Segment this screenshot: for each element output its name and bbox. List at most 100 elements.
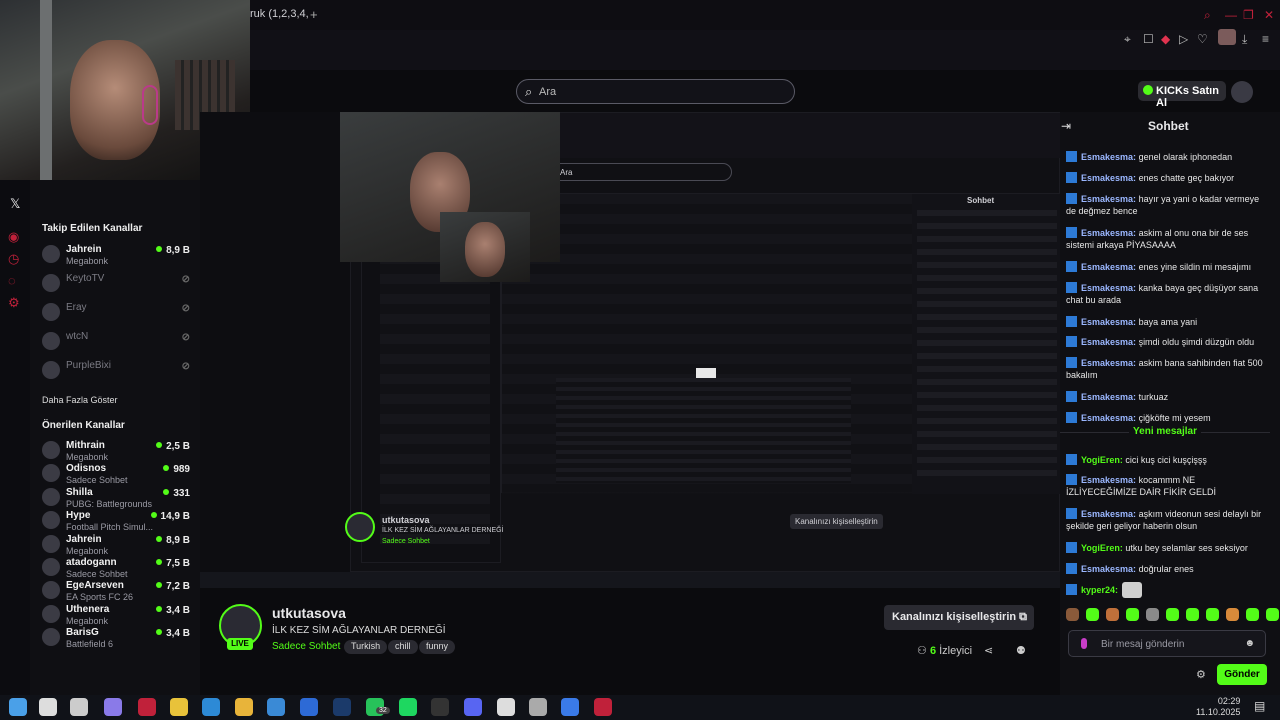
file-explorer-icon[interactable] — [235, 698, 253, 716]
sidebar-channel-followed[interactable]: Jahrein Megabonk 8,9 B — [40, 242, 200, 268]
windows-start-icon[interactable] — [9, 698, 27, 716]
bookmark-icon[interactable]: ☐ — [1143, 32, 1154, 46]
store-icon[interactable] — [267, 698, 285, 716]
chat-username[interactable]: Esmakesma — [1081, 228, 1133, 238]
sidebar-channel-followed[interactable]: KeytoTV ⊘ — [40, 271, 200, 297]
chat-username[interactable]: Esmakesma — [1081, 194, 1133, 204]
sidebar-channel-recommended[interactable]: BarisG Battlefield 6 3,4 B — [40, 625, 200, 651]
chat-username[interactable]: Esmakesma — [1081, 358, 1133, 368]
sidebar-channel-recommended[interactable]: Uthenera Megabonk 3,4 B — [40, 602, 200, 628]
x-icon[interactable]: 𝕏 — [10, 196, 20, 212]
chat-username[interactable]: YogiEren — [1081, 543, 1120, 553]
menu-icon[interactable]: ≡ — [1262, 32, 1269, 46]
search-input[interactable]: ⌕ Ara — [516, 79, 795, 104]
download-icon[interactable]: ⤓ — [1242, 32, 1247, 47]
capcut-icon[interactable] — [497, 698, 515, 716]
emote-icon[interactable] — [1066, 608, 1079, 621]
search-icon[interactable] — [39, 698, 57, 716]
play-icon[interactable]: ▷ — [1179, 32, 1188, 46]
plus-icon[interactable]: + — [310, 7, 318, 22]
maximize-icon[interactable]: ❐ — [1243, 8, 1254, 22]
emote-icon[interactable] — [1106, 608, 1119, 621]
channel-name[interactable]: utkutasova — [272, 605, 346, 621]
chrome-icon[interactable] — [170, 698, 188, 716]
chat-username[interactable]: Esmakesma — [1081, 152, 1133, 162]
task-view-icon[interactable] — [70, 698, 88, 716]
chat-username[interactable]: Esmakesma — [1081, 509, 1133, 519]
sidebar-channel-recommended[interactable]: Odisnos Sadece Sohbet 989 — [40, 461, 200, 487]
sidebar-channel-followed[interactable]: Eray ⊘ — [40, 300, 200, 326]
emote-icon[interactable] — [1146, 608, 1159, 621]
tag-turkish[interactable]: Turkish — [344, 640, 388, 654]
shield-icon[interactable]: ◆ — [1161, 32, 1170, 46]
emoji-icon[interactable]: ☻ — [1244, 638, 1255, 649]
epic-games-icon[interactable] — [431, 698, 449, 716]
chat-username[interactable]: Esmakesma — [1081, 317, 1133, 327]
send-button[interactable]: Gönder — [1217, 664, 1267, 685]
collapse-chat-icon[interactable]: ⇥ — [1061, 119, 1071, 133]
sidebar-channel-recommended[interactable]: Hype Football Pitch Simul... 14,9 B — [40, 508, 200, 534]
chat-username[interactable]: Esmakesma — [1081, 337, 1133, 347]
heart-icon[interactable]: ♡ — [1197, 32, 1208, 46]
chat-input[interactable]: Bir mesaj gönderin ☻ — [1068, 630, 1266, 657]
recording-icon[interactable]: ◉ — [8, 229, 19, 245]
close-icon[interactable]: ✕ — [1264, 8, 1274, 22]
chat-username[interactable]: kyper24 — [1081, 585, 1115, 595]
account-avatar[interactable] — [1231, 81, 1253, 103]
emote-icon[interactable] — [1186, 608, 1199, 621]
discord-icon[interactable] — [464, 698, 482, 716]
emote-icon[interactable] — [1126, 608, 1139, 621]
clock-icon[interactable]: ◷ — [8, 251, 19, 267]
profile-avatar[interactable] — [1218, 29, 1236, 45]
chat-settings-icon[interactable]: ⚙ — [1196, 668, 1206, 681]
outlook-icon[interactable] — [300, 698, 318, 716]
sidebar-channel-recommended[interactable]: Shilla PUBG: Battlegrounds 331 — [40, 485, 200, 511]
emote-icon[interactable] — [1246, 608, 1259, 621]
emote-icon[interactable] — [1166, 608, 1179, 621]
tag-chill[interactable]: chill — [388, 640, 418, 654]
sidebar-channel-recommended[interactable]: EgeArseven EA Sports FC 26 7,2 B — [40, 578, 200, 604]
chat-username[interactable]: Esmakesma — [1081, 262, 1133, 272]
search-icon[interactable]: ⌕ — [1204, 8, 1211, 23]
sidebar-channel-recommended[interactable]: Jahrein Megabonk 8,9 B — [40, 532, 200, 558]
chat-username[interactable]: Esmakesma — [1081, 173, 1133, 183]
notification-icon[interactable]: ▤ — [1254, 699, 1265, 713]
chat-username[interactable]: Esmakesma — [1081, 413, 1133, 423]
share-icon[interactable]: ⋖ — [984, 644, 993, 657]
stream-player[interactable]: Ara KICKs Satın Al Sohbet utkutasova İLK… — [200, 112, 1172, 588]
chat-username[interactable]: YogiEren — [1081, 455, 1120, 465]
browser-tab[interactable]: ruk (1,2,3,4, — [250, 8, 309, 20]
chat-username[interactable]: Esmakesma — [1081, 283, 1133, 293]
emote-icon[interactable] — [1086, 608, 1099, 621]
spotify-icon[interactable] — [399, 698, 417, 716]
chat-username[interactable]: Esmakesma — [1081, 475, 1133, 485]
chat-username[interactable]: Esmakesma — [1081, 564, 1133, 574]
customize-channel-button[interactable]: Kanalınızı kişiselleştirin ⧉ — [884, 605, 1034, 630]
sidebar-channel-followed[interactable]: PurpleBixi ⊘ — [40, 358, 200, 384]
stream-category[interactable]: Sadece Sohbet — [272, 641, 340, 652]
show-more-link[interactable]: Daha Fazla Göster — [42, 395, 118, 405]
chat-username[interactable]: Esmakesma — [1081, 392, 1133, 402]
microphone-icon[interactable] — [1081, 638, 1087, 649]
browser-icon[interactable] — [529, 698, 547, 716]
copilot-icon[interactable] — [104, 698, 122, 716]
opera-icon[interactable] — [138, 698, 156, 716]
edge-icon[interactable] — [202, 698, 220, 716]
vpn-icon[interactable] — [561, 698, 579, 716]
emote-icon[interactable] — [1266, 608, 1279, 621]
sidebar-channel-recommended[interactable]: Mithrain Megabonk 2,5 B — [40, 438, 200, 464]
emote-icon[interactable] — [1206, 608, 1219, 621]
tag-funny[interactable]: funny — [419, 640, 456, 654]
add-user-icon[interactable]: ⚉ — [1016, 644, 1026, 657]
minimize-icon[interactable]: — — [1225, 8, 1237, 22]
kicks-buy-button[interactable]: KICKs Satın Al — [1138, 81, 1226, 109]
chat-icon[interactable]: ◌ — [8, 273, 16, 288]
opera-gx-icon[interactable] — [594, 698, 612, 716]
steam-icon[interactable] — [333, 698, 351, 716]
sidebar-channel-recommended[interactable]: atadogann Sadece Sohbet 7,5 B — [40, 555, 200, 581]
settings-icon[interactable]: ⚙ — [8, 295, 20, 311]
emote-icon[interactable] — [1226, 608, 1239, 621]
sidebar-channel-followed[interactable]: wtcN ⊘ — [40, 329, 200, 355]
pin-icon[interactable]: ⌖ — [1124, 32, 1131, 47]
system-clock[interactable]: 02:29 11.10.2025 — [1196, 696, 1240, 718]
